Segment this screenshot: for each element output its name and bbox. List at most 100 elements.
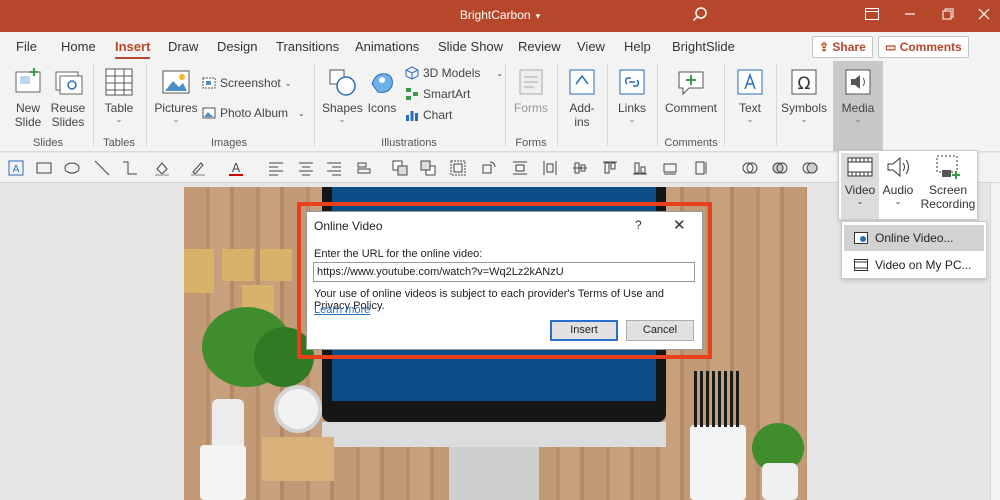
align-bottom-icon[interactable] (632, 160, 648, 176)
reuse-slides-button[interactable]: Reuse Slides (50, 66, 86, 129)
table-icon (105, 68, 133, 96)
restore-icon[interactable] (938, 6, 958, 26)
learn-more-link[interactable]: Learn more (314, 304, 370, 316)
svg-text:A: A (13, 164, 20, 175)
shapes-button[interactable]: Shapes ⌄ (322, 66, 363, 124)
align-left-icon[interactable] (268, 160, 284, 176)
insert-button[interactable]: Insert (550, 320, 618, 341)
video-submenu: Online Video... Video on My PC... (841, 221, 987, 279)
tab-draw[interactable]: Draw (168, 39, 198, 54)
online-video-dialog: Online Video ? ✕ Enter the URL for the o… (306, 211, 703, 350)
photo-album-button[interactable]: Photo Album ⌄ (202, 106, 305, 120)
text-button[interactable]: Text ⌄ (732, 66, 768, 124)
tab-slide-show[interactable]: Slide Show (438, 39, 503, 54)
video-button[interactable]: Video ⌄ (842, 153, 878, 206)
forms-icon (519, 69, 543, 95)
new-slide-button[interactable]: New Slide (10, 66, 46, 129)
rectangle-tool-icon[interactable] (36, 160, 52, 176)
audio-button[interactable]: Audio ⌄ (881, 153, 915, 206)
icons-button[interactable]: Icons (364, 66, 400, 115)
url-prompt-label: Enter the URL for the online video: (314, 248, 483, 260)
send-backward-icon[interactable] (420, 160, 436, 176)
url-input[interactable] (313, 262, 695, 282)
tab-view[interactable]: View (577, 39, 605, 54)
intersect-shapes-icon[interactable] (772, 160, 788, 176)
tab-review[interactable]: Review (518, 39, 561, 54)
ribbon-display-icon[interactable] (862, 6, 882, 26)
pencils-illustration (694, 371, 742, 427)
close-button[interactable]: ✕ (673, 216, 686, 234)
distribute-vertical-icon[interactable] (512, 160, 528, 176)
shape-outline-icon[interactable] (190, 160, 206, 176)
tab-design[interactable]: Design (217, 39, 257, 54)
tab-brightslide[interactable]: BrightSlide (672, 39, 735, 54)
tab-transitions[interactable]: Transitions (276, 39, 339, 54)
add-ins-button[interactable]: Add-ins (564, 66, 600, 129)
menu-item-online-video[interactable]: Online Video... (844, 225, 984, 251)
ribbon-tabs: File Home Insert Draw Design Transitions… (0, 32, 1000, 60)
help-button[interactable]: ? (635, 218, 642, 232)
ribbon: New Slide Reuse Slides Slides Table ⌄ Ta… (0, 60, 1000, 152)
chevron-down-icon: ⌄ (856, 197, 864, 206)
tab-file[interactable]: File (16, 39, 37, 54)
distribute-horizontal-icon[interactable] (542, 160, 558, 176)
tab-animations[interactable]: Animations (355, 39, 419, 54)
tab-insert[interactable]: Insert (115, 39, 151, 59)
chevron-down-icon: ⌄ (284, 78, 292, 88)
size-height-icon[interactable] (692, 160, 708, 176)
search-icon[interactable] (690, 6, 710, 26)
symbols-button[interactable]: Ω Symbols ⌄ (781, 66, 827, 124)
tab-home[interactable]: Home (61, 39, 96, 54)
chart-button[interactable]: Chart (405, 108, 452, 122)
comment-button[interactable]: Comment (664, 66, 718, 115)
vertical-scrollbar[interactable] (990, 183, 1000, 500)
align-objects-icon[interactable] (356, 160, 372, 176)
merge-shapes-icon[interactable] (742, 160, 758, 176)
document-title[interactable]: BrightCarbon ▾ (0, 8, 1000, 22)
pot-illustration (762, 463, 798, 500)
oval-tool-icon[interactable] (64, 160, 80, 176)
size-width-icon[interactable] (662, 160, 678, 176)
comment-icon: ▭ (885, 40, 897, 54)
title-bar: BrightCarbon ▾ (0, 0, 1000, 32)
align-middle-icon[interactable] (572, 160, 588, 176)
rotate-icon[interactable] (480, 160, 496, 176)
3d-models-button[interactable]: 3D Models ⌄ (405, 66, 503, 80)
menu-item-video-on-pc[interactable]: Video on My PC... (844, 252, 984, 278)
shape-fill-icon[interactable] (154, 160, 170, 176)
audio-speaker-icon (887, 156, 909, 178)
share-button[interactable]: ⇪ Share (812, 36, 873, 58)
align-center-icon[interactable] (298, 160, 314, 176)
minimize-icon[interactable] (900, 6, 920, 26)
screen-recording-button[interactable]: Screen Recording (919, 153, 977, 211)
cancel-button[interactable]: Cancel (626, 320, 694, 341)
line-tool-icon[interactable] (94, 160, 110, 176)
group-objects-icon[interactable] (450, 160, 466, 176)
new-slide-icon (15, 68, 41, 93)
terms-notice: Your use of online videos is subject to … (314, 288, 665, 312)
smartart-button[interactable]: SmartArt (405, 87, 470, 101)
text-box-tool-icon[interactable]: A (8, 160, 24, 176)
comments-button[interactable]: ▭ Comments (878, 36, 969, 58)
font-color-icon[interactable]: A (228, 160, 244, 176)
pictures-button[interactable]: Pictures ⌄ (154, 66, 198, 124)
bring-forward-icon[interactable] (392, 160, 408, 176)
new-comment-icon (678, 71, 704, 96)
connector-tool-icon[interactable] (122, 160, 138, 176)
screenshot-button[interactable]: Screenshot ⌄ (202, 76, 291, 90)
group-divider (93, 64, 94, 146)
media-button[interactable]: Media ⌄ (836, 66, 880, 124)
close-icon[interactable] (974, 6, 994, 26)
align-right-icon[interactable] (326, 160, 342, 176)
speaker-icon (845, 69, 871, 95)
fragment-shapes-icon[interactable] (802, 160, 818, 176)
align-top-icon[interactable] (602, 160, 618, 176)
chevron-down-icon: ⌄ (496, 68, 504, 78)
tab-help[interactable]: Help (624, 39, 651, 54)
links-button[interactable]: Links ⌄ (614, 66, 650, 124)
group-label-images: Images (210, 137, 248, 149)
online-video-icon (854, 232, 868, 244)
shapes-icon (329, 69, 356, 96)
forms-button[interactable]: Forms (512, 66, 550, 115)
table-button[interactable]: Table ⌄ (100, 66, 138, 124)
